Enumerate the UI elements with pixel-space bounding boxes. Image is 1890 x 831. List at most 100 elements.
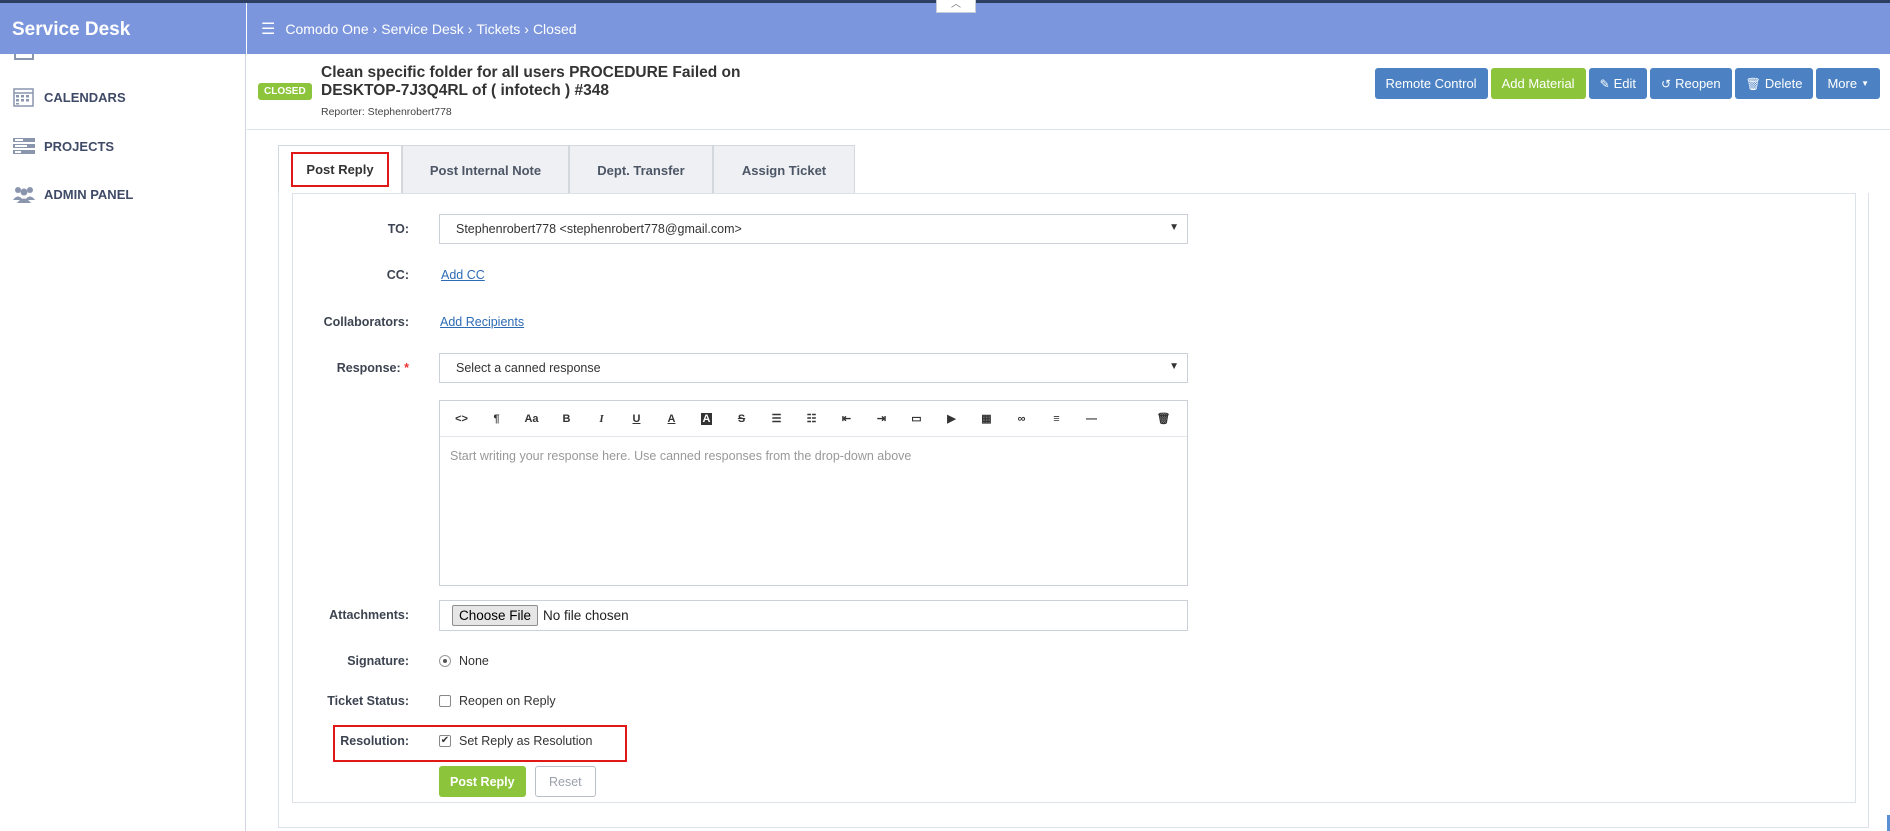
caret-down-icon: ▼: [1169, 222, 1179, 233]
more-dropdown-button[interactable]: More ▼: [1816, 68, 1880, 99]
resolution-checkbox[interactable]: ✔: [439, 735, 451, 747]
breadcrumb-item[interactable]: Tickets: [476, 21, 520, 37]
clear-trash-icon[interactable]: 🗑: [1146, 412, 1181, 425]
ticket-header: CLOSED Clean specific folder for all use…: [247, 54, 1890, 130]
set-resolution-option[interactable]: ✔ Set Reply as Resolution: [439, 734, 592, 748]
editor-toolbar: <> ¶ Aa B I U A A S ☰ ☷ ⇤ ⇥ ▭ ▶ ▦ ∞ ≡ — …: [440, 401, 1187, 437]
button-label: Remote Control: [1385, 76, 1477, 91]
font-color-icon[interactable]: A: [654, 413, 689, 425]
table-icon[interactable]: ▦: [969, 412, 1004, 425]
response-label-text: Response:: [336, 361, 401, 375]
collapse-header-toggle[interactable]: ︿: [936, 0, 976, 13]
select-value: Stephenrobert778 <stephenrobert778@gmail…: [456, 222, 742, 236]
edit-button[interactable]: ✎ Edit: [1588, 68, 1648, 99]
italic-icon[interactable]: I: [584, 413, 619, 425]
ticket-reporter: Reporter: Stephenrobert778: [321, 106, 452, 118]
tab-label: Dept. Transfer: [597, 162, 685, 178]
file-input: Choose File No file chosen: [439, 600, 1188, 631]
tab-post-reply[interactable]: Post Reply: [278, 145, 402, 194]
delete-button[interactable]: 🗑 Delete: [1734, 68, 1814, 99]
reply-tabs: Post Reply Post Internal Note Dept. Tran…: [278, 145, 855, 194]
app-title[interactable]: Service Desk: [0, 3, 246, 54]
editor-content[interactable]: Start writing your response here. Use ca…: [440, 437, 1187, 475]
tab-dept-transfer[interactable]: Dept. Transfer: [569, 145, 713, 194]
users-icon: [13, 187, 35, 203]
edit-icon: ✎: [1599, 76, 1610, 91]
canned-response-select[interactable]: Select a canned response ▼: [439, 353, 1188, 383]
underline-icon[interactable]: U: [619, 413, 654, 425]
to-select[interactable]: Stephenrobert778 <stephenrobert778@gmail…: [439, 214, 1188, 244]
breadcrumb-item-current: Closed: [532, 20, 577, 37]
cc-label: CC:: [386, 268, 409, 282]
status-badge: CLOSED: [258, 83, 312, 100]
reopen-checkbox[interactable]: [439, 695, 451, 707]
file-status: No file chosen: [543, 608, 629, 623]
signature-option[interactable]: None: [439, 654, 489, 668]
video-icon[interactable]: ▶: [934, 412, 969, 425]
tab-post-internal-note[interactable]: Post Internal Note: [402, 145, 569, 194]
option-label: Reopen on Reply: [459, 694, 556, 708]
breadcrumb-separator: ›: [372, 20, 378, 37]
reopen-button[interactable]: ↺ Reopen: [1650, 68, 1732, 99]
ticket-status-label: Ticket Status:: [327, 694, 409, 708]
projects-icon: [13, 138, 35, 154]
breadcrumb-item[interactable]: Comodo One: [285, 21, 368, 37]
sidebar: CALENDARS PROJECTS ADMIN PANEL: [0, 54, 246, 831]
post-reply-button[interactable]: Post Reply: [439, 766, 526, 797]
sidebar-item-projects[interactable]: PROJECTS: [12, 136, 114, 156]
add-material-button[interactable]: Add Material: [1490, 68, 1586, 99]
undo-icon: ↺: [1661, 76, 1672, 91]
collaborators-label: Collaborators:: [323, 315, 409, 329]
button-label: Edit: [1613, 76, 1637, 91]
sidebar-item-label: ADMIN PANEL: [44, 186, 134, 202]
tab-label: Assign Ticket: [741, 162, 827, 178]
button-label: Delete: [1764, 76, 1803, 91]
tab-assign-ticket[interactable]: Assign Ticket: [713, 145, 855, 194]
reset-button[interactable]: Reset: [535, 766, 596, 797]
ticket-title: Clean specific folder for all users PROC…: [321, 64, 741, 99]
background-color-icon[interactable]: A: [689, 412, 724, 425]
caret-down-icon: ▼: [1861, 79, 1869, 88]
calendar-icon: [13, 88, 34, 107]
link-icon[interactable]: ∞: [1004, 413, 1039, 425]
menu-icon[interactable]: ☰: [261, 19, 275, 39]
ordered-list-icon[interactable]: ☷: [794, 412, 829, 425]
signature-radio[interactable]: [439, 655, 451, 667]
rich-text-editor: <> ¶ Aa B I U A A S ☰ ☷ ⇤ ⇥ ▭ ▶ ▦ ∞ ≡ — …: [439, 400, 1188, 586]
breadcrumb-item[interactable]: Service Desk: [381, 21, 463, 37]
indent-icon[interactable]: ⇥: [864, 412, 899, 425]
outdent-icon[interactable]: ⇤: [829, 412, 864, 425]
breadcrumb-separator: ›: [524, 20, 529, 37]
bold-icon[interactable]: B: [549, 413, 584, 425]
reopen-on-reply-option[interactable]: Reopen on Reply: [439, 694, 556, 708]
unordered-list-icon[interactable]: ☰: [759, 412, 794, 425]
add-recipients-link[interactable]: Add Recipients: [440, 315, 524, 329]
choose-file-button[interactable]: Choose File: [452, 605, 539, 626]
sidebar-item-calendars[interactable]: CALENDARS: [12, 87, 126, 107]
button-label: Reopen: [1675, 76, 1721, 91]
attachments-label: Attachments:: [329, 608, 409, 622]
sidebar-item-admin-panel[interactable]: ADMIN PANEL: [12, 184, 133, 204]
image-icon[interactable]: ▭: [899, 412, 934, 425]
caret-down-icon: ▼: [1169, 361, 1179, 372]
code-view-icon[interactable]: <>: [444, 413, 479, 425]
tab-label: Post Reply: [291, 152, 389, 187]
select-value: Select a canned response: [456, 361, 601, 375]
sidebar-item-label: PROJECTS: [44, 138, 115, 154]
sidebar-item-label: CALENDARS: [44, 89, 126, 105]
align-icon[interactable]: ≡: [1039, 413, 1074, 425]
paragraph-icon[interactable]: ¶: [479, 413, 514, 425]
breadcrumb-separator: ›: [467, 20, 473, 37]
remote-control-button[interactable]: Remote Control: [1374, 68, 1488, 99]
tab-label: Post Internal Note: [429, 162, 542, 178]
add-cc-link[interactable]: Add CC: [441, 268, 485, 282]
strikethrough-icon[interactable]: S: [724, 413, 759, 425]
font-size-icon[interactable]: Aa: [514, 413, 549, 425]
response-label: Response: *: [269, 361, 409, 375]
ticket-actions: Remote Control Add Material ✎ Edit ↺ Reope…: [1374, 68, 1880, 99]
resolution-label: Resolution:: [340, 734, 409, 748]
to-label: TO:: [387, 222, 409, 236]
trash-icon: 🗑: [1745, 76, 1761, 91]
signature-label: Signature:: [347, 654, 409, 668]
horizontal-rule-icon[interactable]: —: [1074, 413, 1109, 425]
